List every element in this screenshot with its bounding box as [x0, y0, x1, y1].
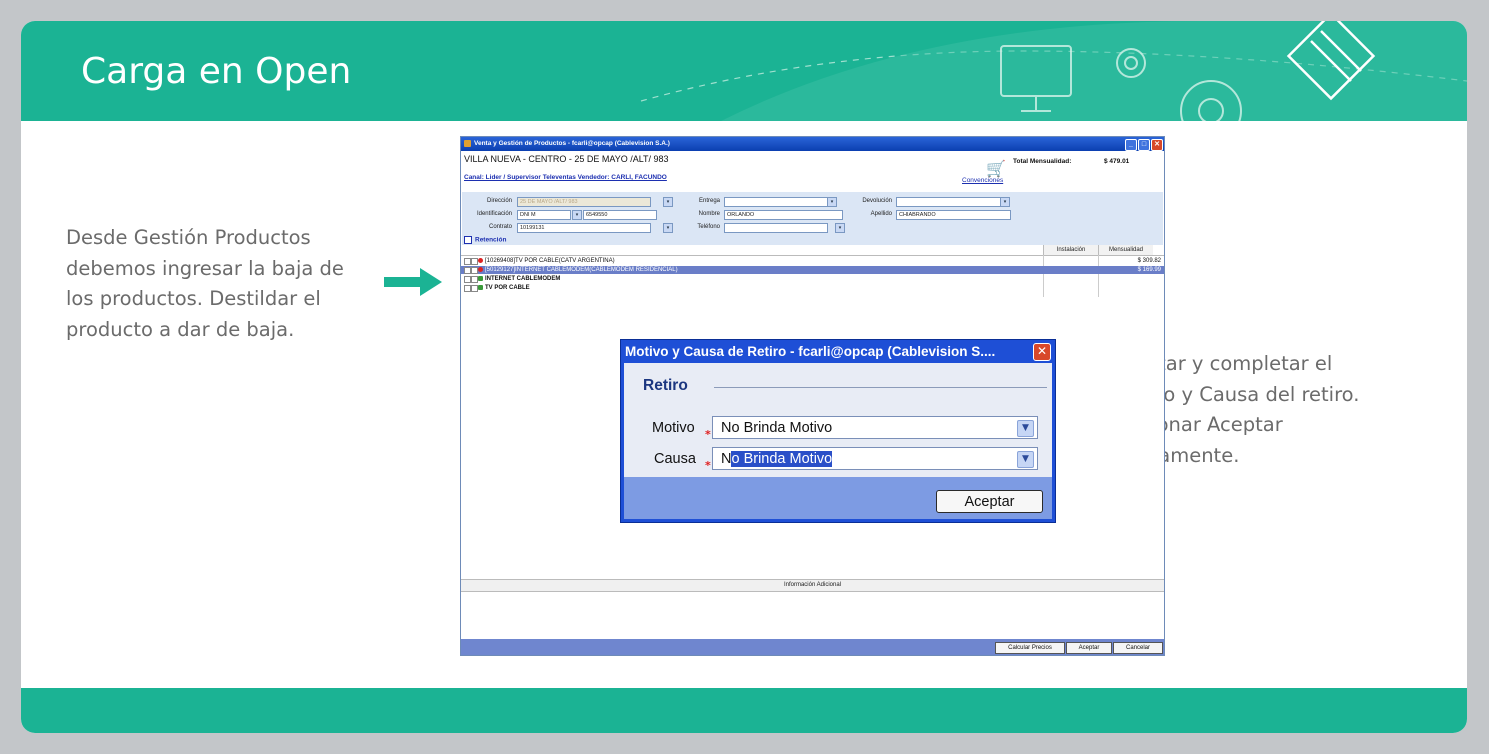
telefono-field[interactable]: [724, 223, 828, 233]
dialog-footer: Aceptar: [624, 477, 1052, 519]
causa-value-first: N: [721, 451, 732, 467]
chevron-down-icon[interactable]: ▾: [1000, 197, 1010, 207]
identificacion-label: Identificación: [476, 211, 512, 217]
product-label: [10269408]TV POR CABLE(CATV ARGENTINA): [485, 258, 615, 264]
causa-select[interactable]: No Brinda Motivo ▼: [712, 447, 1038, 470]
customer-address: VILLA NUEVA - CENTRO - 25 DE MAYO /ALT/ …: [464, 154, 669, 164]
window-button-bar: Calcular Precios Aceptar Cancelar: [461, 639, 1164, 655]
calcular-precios-button[interactable]: Calcular Precios: [995, 642, 1065, 654]
checkbox-icon[interactable]: [471, 276, 478, 283]
checkbox-icon[interactable]: [471, 285, 478, 292]
apellido-field[interactable]: CHIABRANDO: [896, 210, 1011, 220]
arrow-right-icon: [384, 268, 442, 296]
direccion-field[interactable]: 25 DE MAYO /ALT/ 983: [517, 197, 651, 207]
required-icon: *: [705, 459, 711, 472]
dialog-accept-button[interactable]: Aceptar: [936, 490, 1043, 513]
close-icon[interactable]: ✕: [1033, 343, 1051, 361]
nombre-label: Nombre: [698, 211, 720, 217]
motivo-select[interactable]: No Brinda Motivo ▼: [712, 416, 1038, 439]
products-grid-header: Instalación Mensualidad: [461, 245, 1164, 256]
slide: Carga en Open Desde Gestión Productos de…: [21, 21, 1467, 733]
expand-icon[interactable]: [464, 267, 471, 274]
checkbox-icon[interactable]: [471, 267, 478, 274]
product-icon: [478, 258, 483, 263]
close-icon[interactable]: ✕: [1151, 139, 1163, 151]
app-icon: [464, 140, 471, 147]
dialog-title: Motivo y Causa de Retiro - fcarli@opcap …: [625, 344, 996, 359]
col-instalacion: Instalación: [1043, 245, 1098, 255]
col-mensualidad: Mensualidad: [1098, 245, 1153, 255]
devolucion-label: Devolución: [862, 198, 892, 204]
section-title: Retiro: [643, 377, 688, 394]
header-banner: Carga en Open: [21, 21, 1467, 121]
window-title: Venta y Gestión de Productos - fcarli@op…: [474, 140, 670, 147]
chevron-down-icon[interactable]: ▾: [572, 210, 582, 220]
entrega-label: Entrega: [698, 198, 720, 204]
telefono-label: Teléfono: [697, 224, 720, 230]
causa-value-highlighted: o Brinda Motivo: [731, 451, 833, 467]
chevron-down-icon[interactable]: ▾: [827, 197, 837, 207]
required-icon: *: [705, 428, 711, 441]
product-row[interactable]: INTERNET CABLEMODEM: [461, 275, 1164, 283]
cancelar-button[interactable]: Cancelar: [1113, 642, 1163, 654]
motivo-value: No Brinda Motivo: [721, 420, 833, 436]
product-icon: [478, 285, 483, 290]
total-value: $ 479.01: [1104, 158, 1130, 165]
chevron-down-icon[interactable]: ▼: [1017, 420, 1034, 437]
entrega-select[interactable]: [724, 197, 828, 207]
checkbox-icon[interactable]: [464, 236, 472, 244]
product-label: INTERNET CABLEMODEM: [485, 276, 561, 282]
product-label: [50129127]INTERNET CABLEMODEM(CABLEMODEM…: [485, 267, 678, 273]
causa-value: No Brinda Motivo: [721, 451, 833, 467]
devolucion-select[interactable]: [896, 197, 1003, 207]
product-mensualidad: $ 309.82: [1137, 258, 1161, 264]
maximize-icon[interactable]: □: [1138, 139, 1150, 151]
chevron-down-icon[interactable]: ▾: [663, 223, 673, 233]
checkbox-icon[interactable]: [471, 258, 478, 265]
footer-banner: [21, 688, 1467, 733]
retencion-label: Retención: [475, 236, 507, 244]
product-icon: [478, 267, 483, 272]
id-type-select[interactable]: DNI M: [517, 210, 571, 220]
conventions-link[interactable]: Convenciones: [962, 177, 1003, 184]
product-row-selected[interactable]: [50129127]INTERNET CABLEMODEM(CABLEMODEM…: [461, 266, 1164, 274]
aceptar-button[interactable]: Aceptar: [1066, 642, 1112, 654]
retiro-dialog: Motivo y Causa de Retiro - fcarli@opcap …: [620, 339, 1056, 523]
direccion-label: Dirección: [486, 198, 512, 204]
product-label: TV POR CABLE: [485, 285, 530, 291]
slide-title: Carga en Open: [81, 51, 352, 92]
chevron-down-icon[interactable]: ▾: [835, 223, 845, 233]
canal-link[interactable]: Canal: Lider / Supervisor Televentas Ven…: [464, 174, 667, 181]
contrato-field[interactable]: 10199131: [517, 223, 651, 233]
id-number-field[interactable]: 6549550: [583, 210, 657, 220]
causa-label: Causa: [654, 451, 696, 467]
customer-form: Dirección 25 DE MAYO /ALT/ 983 ▾ Identif…: [462, 192, 1163, 245]
expand-icon[interactable]: [464, 258, 471, 265]
retencion-checkbox[interactable]: Retención: [464, 236, 506, 244]
left-instruction: Desde Gestión Productos debemos ingresar…: [66, 226, 344, 341]
additional-info-header: Información Adicional: [461, 579, 1164, 592]
product-row[interactable]: [10269408]TV POR CABLE(CATV ARGENTINA) $…: [461, 257, 1164, 265]
chevron-down-icon[interactable]: ▾: [663, 197, 673, 207]
contrato-label: Contrato: [488, 224, 512, 230]
product-mensualidad: $ 169.99: [1137, 267, 1161, 273]
apellido-label: Apellido: [870, 211, 892, 217]
nombre-field[interactable]: ORLANDO: [724, 210, 843, 220]
motivo-label: Motivo: [652, 420, 695, 436]
chevron-down-icon[interactable]: ▼: [1017, 451, 1034, 468]
expand-icon[interactable]: [464, 276, 471, 283]
product-row[interactable]: TV POR CABLE: [461, 284, 1164, 292]
section-divider: [714, 387, 1047, 388]
total-label: Total Mensualidad:: [1013, 158, 1072, 165]
minimize-icon[interactable]: _: [1125, 139, 1137, 151]
expand-icon[interactable]: [464, 285, 471, 292]
product-icon: [478, 276, 483, 281]
dialog-body: Retiro Motivo * No Brinda Motivo ▼ Causa…: [624, 363, 1052, 477]
cart-icon: 🛒: [986, 161, 1006, 178]
window-titlebar: Venta y Gestión de Productos - fcarli@op…: [461, 137, 1164, 151]
